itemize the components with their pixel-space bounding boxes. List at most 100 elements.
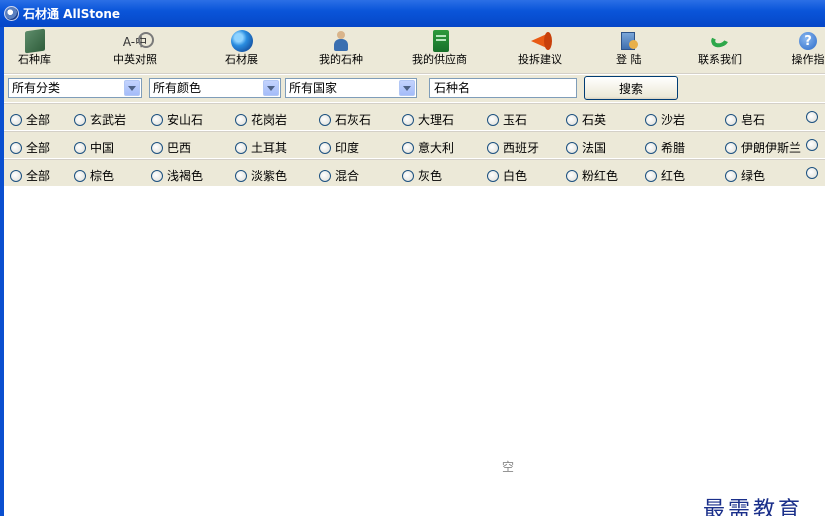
toolbar-contact-button[interactable]: 联系我们 — [698, 30, 742, 72]
radio-option[interactable]: 浅褐色 — [151, 167, 203, 184]
stone-library-icon — [24, 28, 45, 54]
radio-button-icon[interactable] — [151, 169, 163, 182]
radio-button-icon[interactable] — [319, 169, 331, 182]
radio-button-icon[interactable] — [402, 113, 414, 126]
radio-button-icon[interactable] — [10, 141, 22, 154]
chevron-down-icon[interactable] — [399, 80, 415, 96]
toolbar-feedback-button[interactable]: 投拆建议 — [518, 30, 562, 72]
radio-label: 全部 — [26, 113, 51, 127]
radio-option[interactable]: 大理石 — [402, 111, 454, 128]
radio-button-icon[interactable] — [319, 141, 331, 154]
radio-button-icon[interactable] — [725, 169, 737, 182]
radio-option[interactable] — [806, 139, 822, 151]
radio-option[interactable]: 安山石 — [151, 111, 203, 128]
radio-option[interactable]: 石英 — [566, 111, 606, 128]
radio-option[interactable]: 全部 — [10, 139, 50, 156]
radio-option[interactable]: 灰色 — [402, 167, 442, 184]
radio-label: 浅褐色 — [167, 169, 204, 183]
country-select[interactable]: 所有国家 — [285, 78, 417, 98]
radio-option[interactable]: 全部 — [10, 111, 50, 128]
radio-label: 红色 — [661, 169, 686, 183]
chevron-down-icon[interactable] — [263, 80, 279, 96]
radio-option[interactable]: 印度 — [319, 139, 359, 156]
radio-option[interactable]: 伊朗伊斯兰 — [725, 139, 801, 156]
radio-button-icon[interactable] — [566, 169, 578, 182]
radio-button-icon[interactable] — [402, 141, 414, 154]
toolbar-my-stones-button[interactable]: 我的石种 — [319, 30, 363, 72]
radio-button-icon[interactable] — [806, 111, 818, 123]
radio-option[interactable]: 混合 — [319, 167, 359, 184]
color-select[interactable]: 所有颜色 — [149, 78, 281, 98]
radio-label: 意大利 — [418, 141, 455, 155]
toolbar-label: 石种库 — [18, 53, 51, 66]
radio-option[interactable]: 西班牙 — [487, 139, 539, 156]
toolbar-stone-library-button[interactable]: 石种库 — [18, 28, 51, 72]
radio-button-icon[interactable] — [151, 141, 163, 154]
radio-button-icon[interactable] — [74, 113, 86, 126]
radio-button-icon[interactable] — [645, 169, 657, 182]
radio-option[interactable]: 法国 — [566, 139, 606, 156]
radio-label: 石灰石 — [335, 113, 372, 127]
radio-option[interactable] — [806, 167, 822, 179]
radio-option[interactable]: 玉石 — [487, 111, 527, 128]
radio-option[interactable]: 巴西 — [151, 139, 191, 156]
radio-button-icon[interactable] — [566, 141, 578, 154]
radio-option[interactable]: 土耳其 — [235, 139, 287, 156]
radio-button-icon[interactable] — [487, 141, 499, 154]
radio-button-icon[interactable] — [487, 113, 499, 126]
radio-option[interactable] — [806, 111, 822, 123]
radio-button-icon[interactable] — [487, 169, 499, 182]
toolbar-my-suppliers-button[interactable]: 我的供应商 — [412, 30, 467, 72]
radio-button-icon[interactable] — [235, 141, 247, 154]
radio-option[interactable]: 绿色 — [725, 167, 765, 184]
toolbar-login-button[interactable]: 登 陆 — [616, 30, 642, 72]
chevron-down-icon[interactable] — [124, 80, 140, 96]
radio-button-icon[interactable] — [151, 113, 163, 126]
toolbar-label: 登 陆 — [616, 53, 642, 66]
radio-button-icon[interactable] — [566, 113, 578, 126]
radio-button-icon[interactable] — [10, 169, 22, 182]
radio-option[interactable]: 全部 — [10, 167, 50, 184]
radio-label: 伊朗伊斯兰 — [741, 141, 802, 155]
radio-option[interactable]: 棕色 — [74, 167, 114, 184]
radio-button-icon[interactable] — [74, 169, 86, 182]
filter-bar: 所有分类 所有颜色 所有国家 石种名 搜索 — [4, 75, 825, 102]
main-content: 石种库 A-中 中英对照 石材展 我的石种 我的供应商 投拆建议 登 陆 联系我 — [4, 27, 825, 516]
radio-label: 全部 — [26, 141, 51, 155]
radio-option[interactable]: 希腊 — [645, 139, 685, 156]
toolbar-label: 中英对照 — [113, 53, 157, 66]
radio-button-icon[interactable] — [235, 169, 247, 182]
radio-option[interactable]: 红色 — [645, 167, 685, 184]
radio-option[interactable]: 中国 — [74, 139, 114, 156]
radio-button-icon[interactable] — [806, 167, 818, 179]
search-button[interactable]: 搜索 — [584, 76, 678, 100]
radio-button-icon[interactable] — [725, 141, 737, 154]
toolbar-stone-expo-button[interactable]: 石材展 — [225, 30, 258, 72]
radio-option[interactable]: 淡紫色 — [235, 167, 287, 184]
radio-button-icon[interactable] — [74, 141, 86, 154]
radio-option[interactable]: 石灰石 — [319, 111, 371, 128]
radio-option[interactable]: 花岗岩 — [235, 111, 287, 128]
radio-button-icon[interactable] — [10, 113, 22, 126]
toolbar-help-button[interactable]: ? 操作指 — [791, 30, 825, 72]
stone-name-input[interactable]: 石种名 — [429, 78, 577, 98]
radio-label: 中国 — [90, 141, 115, 155]
radio-option[interactable]: 沙岩 — [645, 111, 685, 128]
radio-option[interactable]: 玄武岩 — [74, 111, 126, 128]
radio-button-icon[interactable] — [319, 113, 331, 126]
toolbar-label: 操作指 — [791, 53, 825, 66]
radio-button-icon[interactable] — [645, 141, 657, 154]
radio-button-icon[interactable] — [402, 169, 414, 182]
radio-option[interactable]: 意大利 — [402, 139, 454, 156]
radio-button-icon[interactable] — [806, 139, 818, 151]
radio-label: 安山石 — [167, 113, 204, 127]
radio-option[interactable]: 白色 — [487, 167, 527, 184]
radio-option[interactable]: 粉红色 — [566, 167, 618, 184]
radio-label: 大理石 — [418, 113, 455, 127]
toolbar-dictionary-button[interactable]: A-中 中英对照 — [113, 30, 157, 72]
radio-option[interactable]: 皂石 — [725, 111, 765, 128]
radio-button-icon[interactable] — [235, 113, 247, 126]
category-select[interactable]: 所有分类 — [8, 78, 142, 98]
radio-button-icon[interactable] — [645, 113, 657, 126]
radio-button-icon[interactable] — [725, 113, 737, 126]
